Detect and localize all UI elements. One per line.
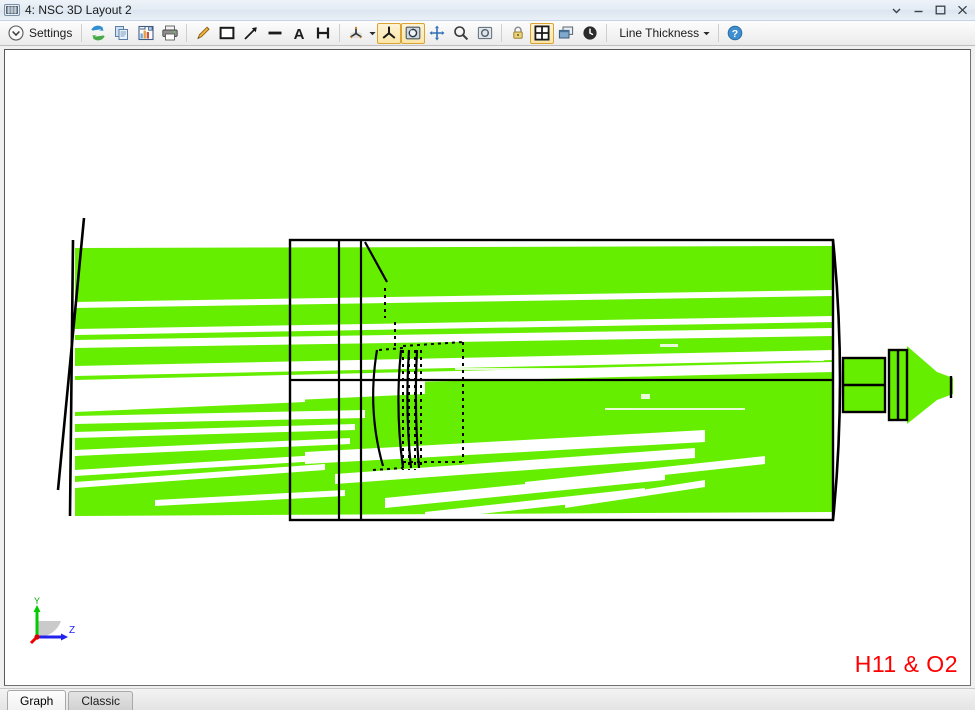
measure-button[interactable] xyxy=(311,23,335,44)
copy-button[interactable] xyxy=(110,23,134,44)
new-window-icon xyxy=(557,24,575,42)
window-menu-chevron-icon[interactable] xyxy=(885,1,907,20)
nsc-3d-layout-window: 4: NSC 3D Layout 2 Settings xyxy=(0,0,975,710)
spin-view-icon xyxy=(404,24,422,42)
copy-icon xyxy=(113,24,131,42)
settings-button[interactable]: Settings xyxy=(4,23,77,44)
axis-orientation-indicator: Y Z xyxy=(21,597,81,647)
fit-window-icon xyxy=(533,24,551,42)
tab-classic-label: Classic xyxy=(81,694,120,708)
save-chart-icon xyxy=(137,24,155,42)
settings-label: Settings xyxy=(29,26,72,40)
toolbar-separator xyxy=(81,24,82,42)
svg-text:?: ? xyxy=(732,28,738,40)
maximize-icon[interactable] xyxy=(929,1,951,20)
toolbar-separator xyxy=(339,24,340,42)
svg-text:A: A xyxy=(294,26,305,42)
window-controls xyxy=(885,1,973,20)
tripod-icon xyxy=(380,24,398,42)
line-thickness-dropdown[interactable]: Line Thickness xyxy=(611,23,714,44)
spin-view-button[interactable] xyxy=(401,23,425,44)
toolbar-separator xyxy=(606,24,607,42)
tab-graph-label: Graph xyxy=(20,694,53,708)
zoom-button[interactable] xyxy=(449,23,473,44)
svg-text:Y: Y xyxy=(34,597,40,606)
add-text-button[interactable]: A xyxy=(287,23,311,44)
help-button[interactable]: ? xyxy=(723,23,747,44)
pencil-icon xyxy=(194,24,212,42)
toolbar-separator xyxy=(501,24,502,42)
view-label: H11 & O2 xyxy=(855,651,958,678)
new-window-button[interactable] xyxy=(554,23,578,44)
pan-button[interactable] xyxy=(425,23,449,44)
lock-icon xyxy=(509,24,527,42)
window-title: 4: NSC 3D Layout 2 xyxy=(25,0,132,21)
layout-window-icon xyxy=(4,3,20,17)
reset-clock-icon xyxy=(581,24,599,42)
measure-h-icon xyxy=(314,24,332,42)
svg-text:Z: Z xyxy=(69,625,75,636)
chevron-down-circle-icon xyxy=(7,24,25,42)
arrow-icon xyxy=(242,24,260,42)
fit-window-button[interactable] xyxy=(530,23,554,44)
caret-down-icon xyxy=(702,24,711,42)
toolbar-separator xyxy=(718,24,719,42)
rectangle-icon xyxy=(218,24,236,42)
move-arrows-icon xyxy=(428,24,446,42)
canvas-container: Y Z H11 & O2 xyxy=(0,46,975,688)
reset-view-button[interactable] xyxy=(578,23,602,44)
axes-tripod-icon xyxy=(347,24,365,42)
close-icon[interactable] xyxy=(951,1,973,20)
line-thickness-label: Line Thickness xyxy=(614,26,702,40)
refresh-icon xyxy=(89,24,107,42)
zoom-window-icon xyxy=(476,24,494,42)
draw-rectangle-button[interactable] xyxy=(215,23,239,44)
bottom-tab-bar: Graph Classic xyxy=(0,688,975,710)
draw-arrow-button[interactable] xyxy=(239,23,263,44)
line-icon xyxy=(266,24,284,42)
rotate-3d-button[interactable] xyxy=(377,23,401,44)
annotate-pencil-button[interactable] xyxy=(191,23,215,44)
view-orientation-button[interactable] xyxy=(344,23,368,44)
text-a-icon: A xyxy=(290,24,308,42)
save-button[interactable] xyxy=(134,23,158,44)
print-button[interactable] xyxy=(158,23,182,44)
optical-layout-drawing xyxy=(5,50,970,685)
layout-canvas[interactable]: Y Z H11 & O2 xyxy=(4,49,971,686)
draw-line-button[interactable] xyxy=(263,23,287,44)
help-icon: ? xyxy=(726,24,744,42)
refresh-button[interactable] xyxy=(86,23,110,44)
title-bar: 4: NSC 3D Layout 2 xyxy=(0,0,975,21)
print-icon xyxy=(161,24,179,42)
tab-classic[interactable]: Classic xyxy=(68,691,133,710)
view-orientation-dropdown[interactable] xyxy=(368,24,377,42)
zoom-window-button[interactable] xyxy=(473,23,497,44)
toolbar-separator xyxy=(186,24,187,42)
minimize-icon[interactable] xyxy=(907,1,929,20)
tab-graph[interactable]: Graph xyxy=(7,690,66,710)
lock-button[interactable] xyxy=(506,23,530,44)
toolbar: Settings xyxy=(0,21,975,46)
magnifier-icon xyxy=(452,24,470,42)
